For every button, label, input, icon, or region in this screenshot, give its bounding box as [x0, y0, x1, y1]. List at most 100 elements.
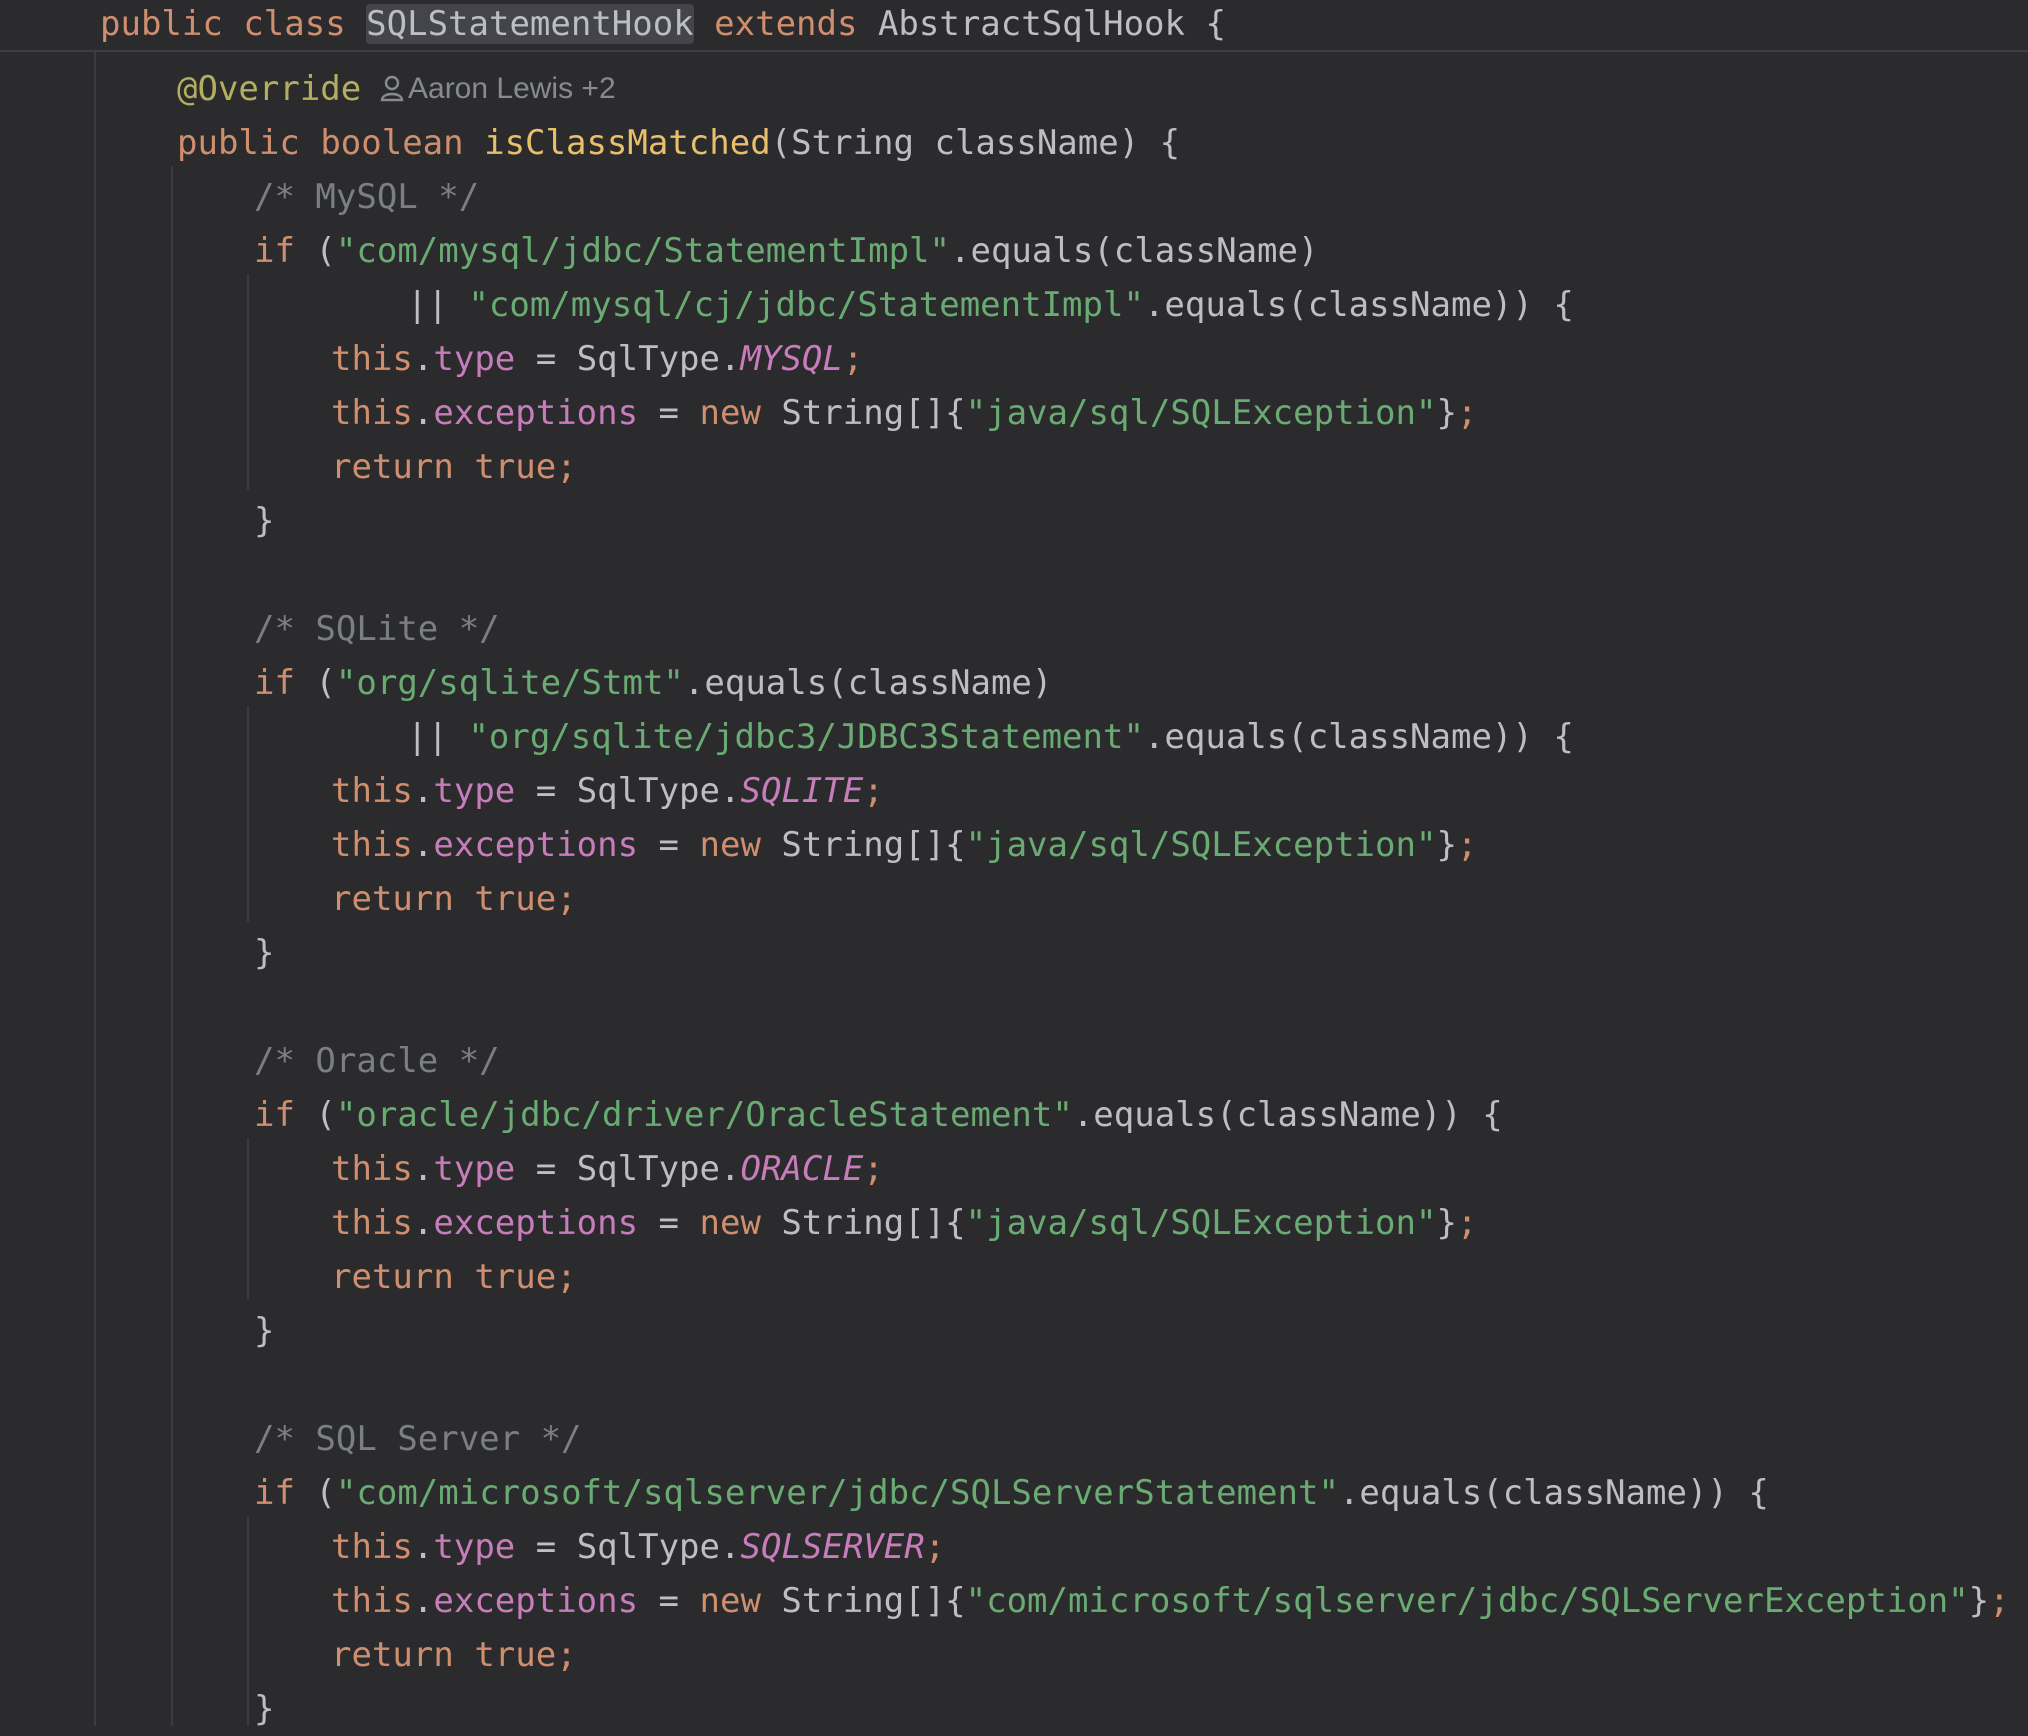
close-brace-oracle[interactable]: }	[254, 1304, 274, 1358]
exception-string: "java/sql/SQLException"	[965, 825, 1437, 865]
user-icon	[380, 75, 404, 102]
array-close: }	[1436, 825, 1457, 865]
return-line-sqlite[interactable]: return true;	[331, 872, 577, 926]
semicolon: ;	[556, 1257, 577, 1297]
type-assign-mysql[interactable]: this.type = SqlType.MYSQL;	[331, 332, 863, 386]
method-signature-line[interactable]: public boolean isClassMatched(String cla…	[177, 116, 1180, 170]
assign-operator: =	[638, 825, 700, 865]
code-author-hint[interactable]: Aaron Lewis +2	[380, 62, 616, 116]
assign-operator: =	[515, 1149, 577, 1189]
semicolon: ;	[842, 339, 864, 379]
assign-operator: =	[515, 1527, 577, 1567]
keyword-return: return	[331, 1635, 454, 1675]
equals-call: .equals(className)	[950, 231, 1319, 271]
exceptions-assign-sqlite[interactable]: this.exceptions = new String[]{"java/sql…	[331, 818, 1477, 872]
dot: .	[719, 1149, 741, 1189]
keyword-return: return	[331, 447, 454, 487]
comment-sqlserver[interactable]: /* SQL Server */	[254, 1412, 582, 1466]
assign-operator: =	[638, 1581, 700, 1621]
return-line-oracle[interactable]: return true;	[331, 1250, 577, 1304]
array-close: }	[1968, 1581, 1990, 1621]
exceptions-assign-sqlserver[interactable]: this.exceptions = new String[]{"com/micr…	[331, 1574, 2010, 1628]
assign-operator: =	[638, 1203, 700, 1243]
comment-text: /* Oracle */	[254, 1041, 500, 1081]
equals-call: .equals(className)) {	[1143, 285, 1574, 325]
return-line-mysql[interactable]: return true;	[331, 440, 577, 494]
assign-operator: =	[638, 393, 700, 433]
sqltype-class: SqlType	[576, 1149, 720, 1189]
comment-mysql[interactable]: /* MySQL */	[254, 170, 479, 224]
class-declaration-line[interactable]: public class SQLStatementHook extends Ab…	[100, 0, 1226, 51]
semicolon: ;	[924, 1527, 946, 1567]
type-assign-sqlserver[interactable]: this.type = SqlType.SQLSERVER;	[331, 1520, 945, 1574]
dot: .	[719, 339, 741, 379]
close-brace: }	[254, 501, 275, 541]
override-annotation-line[interactable]: @Override	[177, 62, 361, 116]
semicolon: ;	[1456, 393, 1478, 433]
field-exceptions: exceptions	[433, 393, 639, 433]
super-class-name[interactable]: AbstractSqlHook	[878, 4, 1185, 44]
keyword-public: public	[177, 123, 300, 163]
open-paren: (	[770, 123, 792, 163]
class-string: "com/mysql/jdbc/StatementImpl"	[335, 231, 950, 271]
dot: .	[412, 393, 434, 433]
keyword-if: if	[254, 1095, 295, 1135]
dot: .	[412, 771, 434, 811]
or-line-sqlite[interactable]: || "org/sqlite/jdbc3/JDBC3Statement".equ…	[407, 710, 1574, 764]
exception-string: "com/microsoft/sqlserver/jdbc/SQLServerE…	[965, 1581, 1969, 1621]
dot: .	[412, 825, 434, 865]
keyword-this: this	[331, 1203, 413, 1243]
open-paren: (	[294, 1095, 336, 1135]
type-assign-sqlite[interactable]: this.type = SqlType.SQLITE;	[331, 764, 884, 818]
close-brace-sqlserver[interactable]: }	[254, 1682, 274, 1736]
keyword-this: this	[331, 1527, 413, 1567]
return-line-sqlserver[interactable]: return true;	[331, 1628, 577, 1682]
close-brace-mysql[interactable]: }	[254, 494, 274, 548]
type-assign-oracle[interactable]: this.type = SqlType.ORACLE;	[331, 1142, 884, 1196]
close-brace: }	[254, 1689, 275, 1729]
keyword-true: true	[474, 447, 557, 487]
string-array-open: String[]{	[760, 393, 966, 433]
semicolon: ;	[863, 1149, 884, 1189]
if-line-mysql[interactable]: if ("com/mysql/jdbc/StatementImpl".equal…	[254, 224, 1318, 278]
comment-text: /* SQLite */	[254, 609, 500, 649]
keyword-if: if	[254, 663, 295, 703]
keyword-this: this	[331, 339, 413, 379]
method-name[interactable]: isClassMatched	[484, 123, 771, 163]
param-name: className	[934, 123, 1119, 163]
keyword-this: this	[331, 825, 413, 865]
keyword-class: class	[243, 4, 346, 44]
if-line-oracle[interactable]: if ("oracle/jdbc/driver/OracleStatement"…	[254, 1088, 1503, 1142]
keyword-return: return	[331, 879, 454, 919]
semicolon: ;	[863, 771, 884, 811]
indent-guide-block-oracle	[247, 1138, 249, 1300]
keyword-if: if	[254, 231, 295, 271]
field-type: type	[433, 771, 516, 811]
indent-guide-method	[171, 166, 173, 1726]
equals-call: .equals(className)	[683, 663, 1053, 703]
exceptions-assign-oracle[interactable]: this.exceptions = new String[]{"java/sql…	[331, 1196, 1477, 1250]
comment-oracle[interactable]: /* Oracle */	[254, 1034, 500, 1088]
comment-sqlite[interactable]: /* SQLite */	[254, 602, 500, 656]
author-hint-text: Aaron Lewis +2	[408, 72, 616, 105]
class-name[interactable]: SQLStatementHook	[366, 4, 694, 44]
keyword-public: public	[100, 4, 223, 44]
semicolon: ;	[1989, 1581, 2010, 1621]
semicolon: ;	[556, 1635, 577, 1675]
keyword-new: new	[699, 825, 761, 865]
if-line-sqlserver[interactable]: if ("com/microsoft/sqlserver/jdbc/SQLSer…	[254, 1466, 1769, 1520]
close-brace-sqlite[interactable]: }	[254, 926, 274, 980]
exceptions-assign-mysql[interactable]: this.exceptions = new String[]{"java/sql…	[331, 386, 1477, 440]
equals-call: .equals(className)) {	[1143, 717, 1574, 757]
string-array-open: String[]{	[760, 825, 966, 865]
class-string: "com/microsoft/sqlserver/jdbc/SQLServerS…	[335, 1473, 1339, 1513]
string-array-open: String[]{	[760, 1581, 966, 1621]
or-line-mysql[interactable]: || "com/mysql/cj/jdbc/StatementImpl".equ…	[407, 278, 1574, 332]
equals-call: .equals(className)) {	[1338, 1473, 1769, 1513]
comment-text: /* SQL Server */	[254, 1419, 582, 1459]
close-brace: }	[254, 1311, 275, 1351]
signature-tail: ) {	[1118, 123, 1181, 163]
keyword-if: if	[254, 1473, 295, 1513]
sticky-class-header[interactable]: public class SQLStatementHook extends Ab…	[0, 0, 2028, 52]
if-line-sqlite[interactable]: if ("org/sqlite/Stmt".equals(className)	[254, 656, 1052, 710]
